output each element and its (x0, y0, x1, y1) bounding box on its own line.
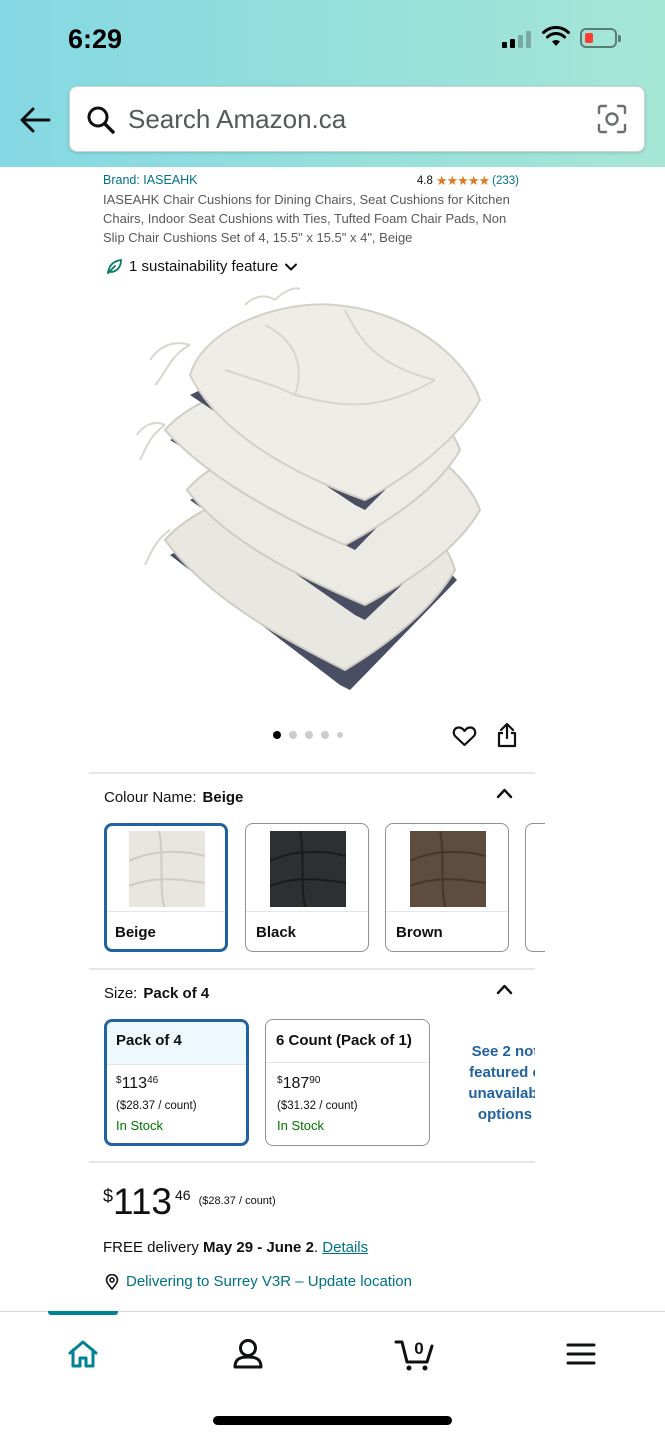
delivery-dates: May 29 - June 2 (203, 1239, 314, 1256)
colour-swatch-black[interactable]: Black (245, 823, 369, 952)
search-input[interactable] (128, 87, 578, 151)
heart-icon[interactable] (452, 724, 477, 749)
size-option-stock: In Stock (277, 1118, 324, 1133)
image-pagination[interactable] (273, 731, 343, 739)
size-option-price: $11346 (116, 1075, 159, 1092)
size-option-price: $18790 (277, 1075, 321, 1092)
colour-swatch-brown[interactable]: Brown (385, 823, 509, 952)
price-whole: 113 (113, 1181, 173, 1222)
cart-icon[interactable]: 0 (393, 1330, 437, 1374)
chevron-up-icon[interactable] (496, 786, 513, 800)
star-rating-icon: ★★★★★ (435, 173, 490, 188)
divider (89, 1161, 535, 1163)
size-label: Size: Pack of 4 (104, 985, 209, 1002)
size-option-stock: In Stock (116, 1118, 163, 1133)
size-option-unit-price: ($31.32 / count) (277, 1100, 358, 1112)
active-tab-indicator (48, 1311, 118, 1315)
pagination-dot[interactable] (337, 732, 343, 738)
size-option-name: 6 Count (Pack of 1) (276, 1032, 412, 1049)
divider (89, 772, 535, 774)
app-header: 6:29 (0, 0, 665, 167)
divider (89, 968, 535, 970)
size-option-6-count[interactable]: 6 Count (Pack of 1) $18790 ($31.32 / cou… (265, 1019, 430, 1146)
brand-link[interactable]: Brand: IASEAHK (103, 173, 198, 187)
size-option-name: Pack of 4 (107, 1022, 246, 1064)
cellular-signal-icon (502, 30, 531, 48)
size-option-pack-of-4[interactable]: Pack of 4 $11346 ($28.37 / count) In Sto… (104, 1019, 249, 1146)
product-title: IASEAHK Chair Cushions for Dining Chairs… (103, 192, 510, 245)
pagination-dot[interactable] (289, 731, 297, 739)
delivery-location-text: Delivering to Surrey V3R – Update locati… (126, 1273, 412, 1290)
swatch-label: Beige (115, 924, 156, 941)
pagination-dot[interactable] (305, 731, 313, 739)
camera-search-icon[interactable] (597, 104, 627, 134)
account-icon[interactable] (228, 1334, 268, 1374)
colour-label: Colour Name: Beige (104, 789, 243, 806)
menu-icon[interactable] (561, 1334, 601, 1374)
delivery-details-link[interactable]: Details (322, 1239, 368, 1256)
chevron-up-icon[interactable] (496, 982, 513, 996)
colour-swatch-more[interactable] (525, 823, 545, 952)
pagination-dot[interactable] (321, 731, 329, 739)
delivery-info: FREE delivery May 29 - June 2. Details (103, 1239, 369, 1256)
price-fraction: 46 (175, 1187, 191, 1203)
location-pin-icon (105, 1273, 119, 1290)
home-icon[interactable] (63, 1334, 103, 1374)
share-icon[interactable] (495, 722, 519, 749)
search-box[interactable] (69, 86, 645, 152)
cart-count: 0 (414, 1339, 423, 1358)
see-unavailable-options-link[interactable]: See 2 not featured c unavailabl options (455, 1041, 535, 1131)
status-time: 6:29 (68, 24, 123, 54)
delivery-location[interactable]: Delivering to Surrey V3R – Update locati… (104, 1273, 412, 1290)
sustainability-feature[interactable]: 1 sustainability feature (106, 258, 298, 275)
back-arrow-icon[interactable] (18, 105, 52, 135)
size-selected-value: Pack of 4 (143, 985, 210, 1002)
sustainability-label: 1 sustainability feature (129, 258, 279, 275)
rating[interactable]: 4.8 ★★★★★ (233) (417, 173, 519, 189)
chevron-down-icon (285, 263, 298, 270)
price-unit: ($28.37 / count) (198, 1195, 276, 1207)
swatch-image (129, 831, 205, 907)
leaf-icon (107, 258, 122, 274)
battery-icon (580, 28, 621, 48)
wifi-icon (542, 26, 570, 46)
swatch-image (410, 831, 486, 907)
swatch-label: Black (256, 924, 297, 941)
colour-selected-value: Beige (202, 789, 244, 806)
search-icon (87, 106, 115, 134)
swatch-label: Brown (396, 924, 443, 941)
rating-count: (233) (492, 175, 519, 187)
rating-value: 4.8 (416, 175, 433, 187)
brand-rating-row: Brand: IASEAHK 4.8 ★★★★★ (233) (103, 173, 523, 191)
cushion-stack (136, 287, 482, 690)
colour-swatch-beige[interactable]: Beige (104, 823, 228, 952)
colour-label-text: Colour Name: (104, 789, 197, 806)
size-label-text: Size: (104, 985, 138, 1002)
pagination-dot[interactable] (273, 731, 281, 739)
home-indicator (213, 1416, 452, 1425)
product-image[interactable] (135, 285, 495, 705)
size-option-unit-price: ($28.37 / count) (116, 1100, 197, 1112)
swatch-image (270, 831, 346, 907)
price: $ 113 46 ($28.37 / count) (103, 1181, 276, 1222)
